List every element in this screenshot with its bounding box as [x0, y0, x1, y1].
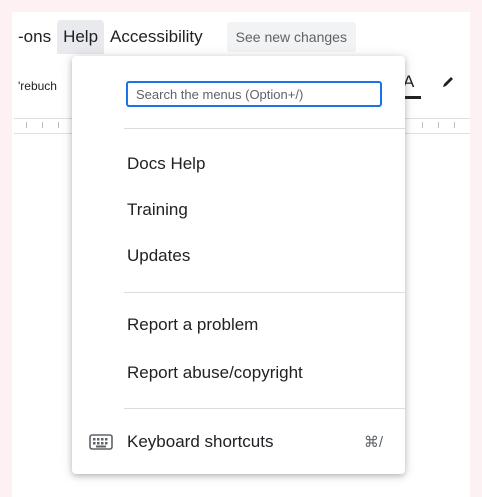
see-new-changes-button[interactable]: See new changes — [226, 22, 356, 52]
menu-accessibility[interactable]: Accessibility — [104, 20, 209, 54]
ruler-tick — [58, 122, 59, 128]
shortcut-hint: ⌘/ — [363, 434, 383, 451]
menu-item-report-abuse[interactable]: Report abuse/copyright — [72, 353, 405, 393]
ruler-tick — [422, 122, 423, 128]
menu-item-label: Docs Help — [127, 154, 206, 173]
menu-item-label: Report abuse/copyright — [127, 363, 303, 382]
menu-bar: -ons Help Accessibility See new changes — [12, 18, 356, 56]
menu-help[interactable]: Help — [57, 20, 105, 54]
menu-item-label: Updates — [127, 246, 191, 265]
ruler-tick — [26, 122, 27, 128]
help-menu-dropdown: Docs Help Training Updates Report a prob… — [72, 56, 405, 474]
menu-item-training[interactable]: Training — [72, 190, 405, 230]
menu-addons[interactable]: -ons — [12, 20, 57, 54]
menu-item-keyboard-shortcuts[interactable]: Keyboard shortcuts ⌘/ — [72, 422, 405, 462]
menu-separator — [124, 408, 405, 409]
pen-icon-svg — [443, 77, 453, 87]
menu-item-label: Keyboard shortcuts — [127, 432, 274, 451]
ruler-tick — [438, 122, 439, 128]
font-select[interactable]: 'rebuch — [18, 79, 57, 93]
ruler-tick — [42, 122, 43, 128]
search-menus-input[interactable] — [126, 81, 382, 107]
menu-item-updates[interactable]: Updates — [72, 236, 405, 276]
pen-icon[interactable] — [440, 74, 456, 95]
ruler-tick — [454, 122, 455, 128]
menu-item-label: Report a problem — [127, 315, 259, 334]
menu-separator — [124, 128, 405, 129]
menu-separator — [124, 292, 405, 293]
menu-item-label: Training — [127, 200, 188, 219]
menu-item-report-problem[interactable]: Report a problem — [72, 305, 405, 345]
page: -ons Help Accessibility See new changes … — [0, 0, 482, 497]
text-color-swatch — [403, 96, 421, 99]
keyboard-icon — [89, 434, 113, 450]
menu-item-docs-help[interactable]: Docs Help — [72, 144, 405, 184]
